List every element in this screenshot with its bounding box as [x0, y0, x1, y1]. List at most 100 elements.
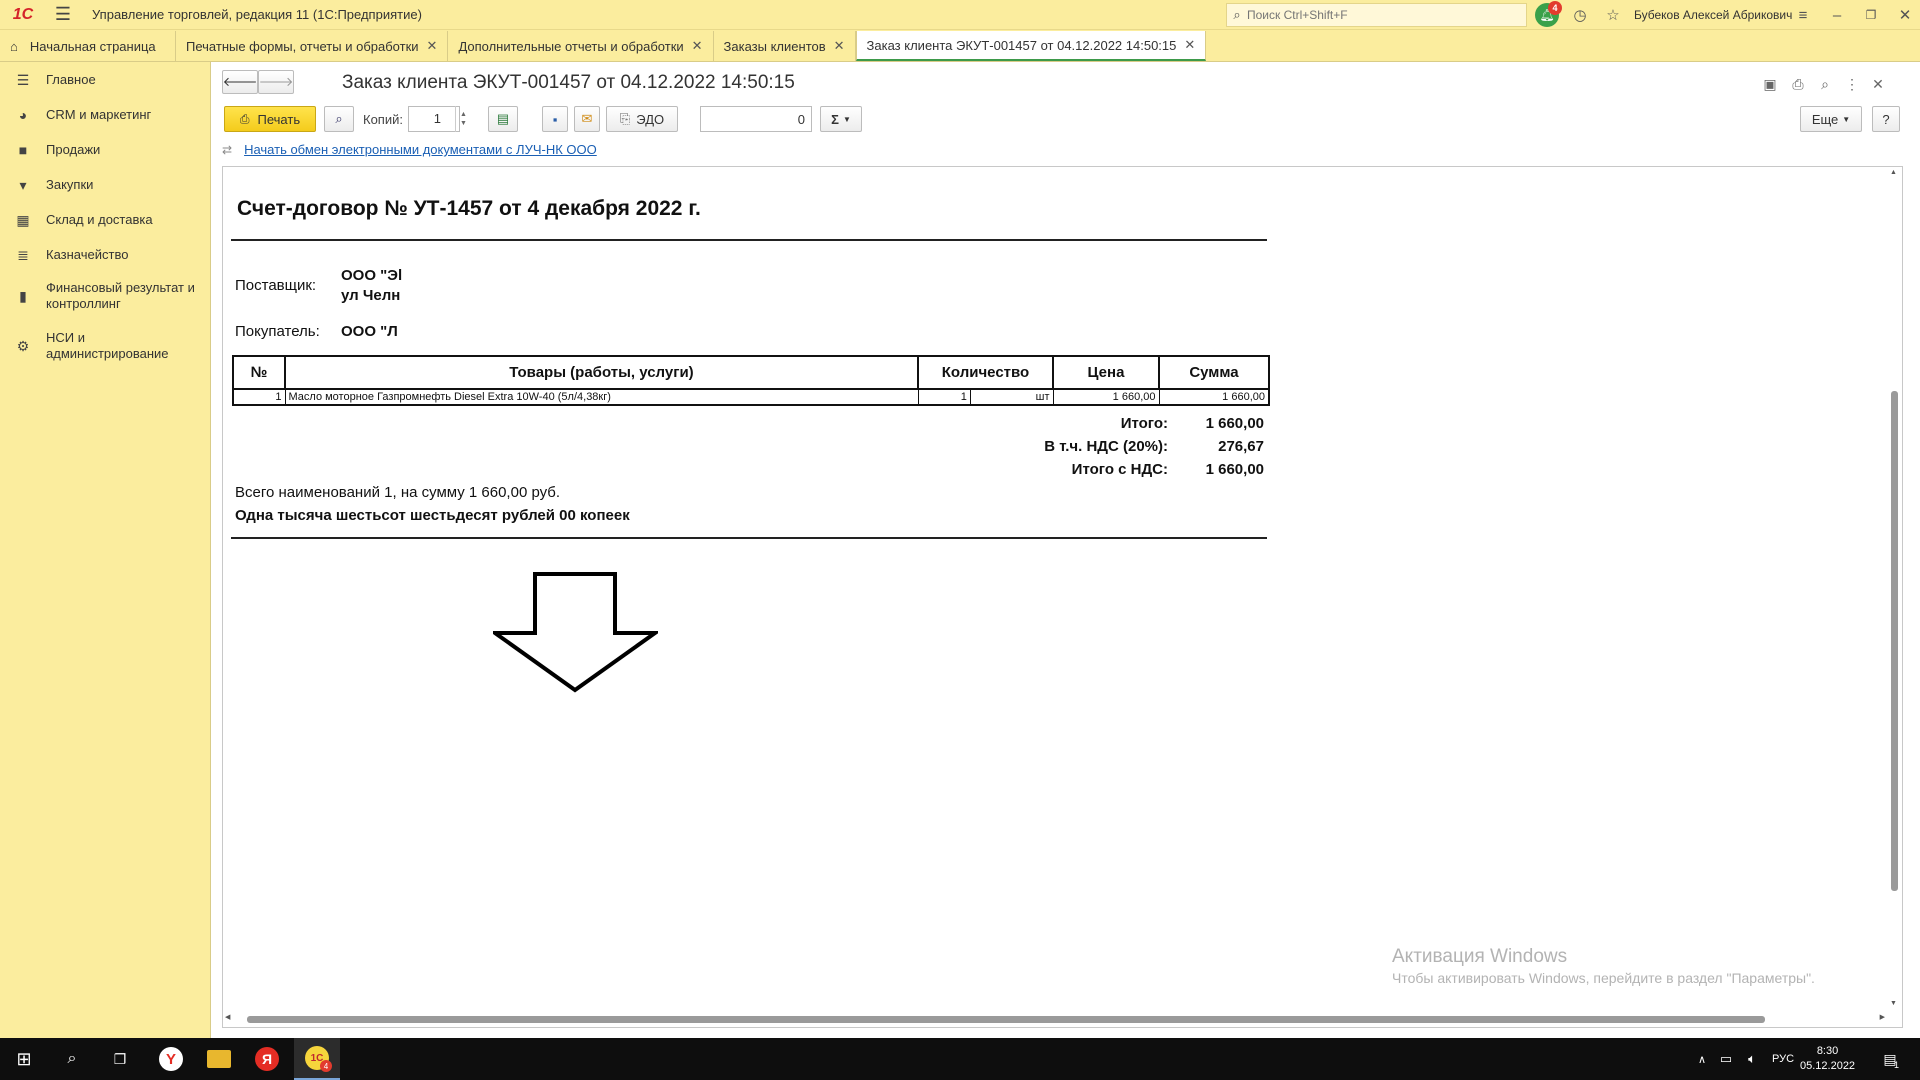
order-form: 🡐 🡒 Заказ клиента ЭКУТ-001457 от 04.12.2…: [212, 62, 1920, 1038]
col-header-sum: Сумма: [1158, 355, 1270, 390]
close-tab-icon[interactable]: ✕: [1184, 37, 1195, 53]
1c-logo: 1С: [12, 5, 34, 23]
close-form-icon[interactable]: ✕: [1868, 74, 1888, 94]
search-input[interactable]: [1247, 8, 1517, 22]
printed-document-frame[interactable]: Счет-договор № УТ-1457 от 4 декабря 2022…: [222, 166, 1903, 1028]
sum-mode-button[interactable]: Σ ▼: [820, 106, 862, 132]
network-icon[interactable]: ▭: [1714, 1038, 1738, 1080]
windows-activation-watermark: Активация Windows Чтобы активировать Win…: [1392, 946, 1815, 986]
minimize-icon[interactable]: –: [1826, 5, 1848, 25]
close-tab-icon[interactable]: ✕: [427, 38, 438, 54]
language-indicator[interactable]: РУС: [1766, 1038, 1800, 1080]
total-value: 1 660,00: [1205, 415, 1264, 432]
sidebar-item-finance[interactable]: ▮ Финансовый результат и контроллинг: [0, 274, 211, 318]
row-goods-name: Масло моторное Газпромнефть Diesel Extra…: [284, 388, 919, 406]
copies-field[interactable]: 1: [408, 106, 460, 132]
sidebar-item-main[interactable]: ☰ Главное: [0, 62, 211, 98]
scroll-thumb[interactable]: [247, 1016, 1765, 1023]
menu-lines-icon: ☰: [16, 71, 30, 88]
close-icon[interactable]: ✕: [1894, 5, 1916, 25]
vat-value: 276,67: [1218, 438, 1264, 455]
form-title: Заказ клиента ЭКУТ-001457 от 04.12.2022 …: [342, 72, 795, 93]
tab-label: Заказы клиентов: [723, 38, 826, 54]
sidebar-item-admin[interactable]: ⚙ НСИ и администрирование: [0, 324, 211, 368]
sidebar-item-purchases[interactable]: ▾ Закупки: [0, 168, 211, 202]
print-icon[interactable]: ⎙: [1788, 74, 1808, 94]
copies-stepper[interactable]: ▲ ▼: [455, 106, 471, 132]
settings-menu-icon[interactable]: ≡: [1792, 5, 1814, 25]
search-icon[interactable]: ⌕: [52, 1038, 92, 1080]
favorites-star-icon[interactable]: ☆: [1602, 5, 1624, 25]
amount-in-words: Одна тысяча шестьсот шестьдесят рублей 0…: [235, 507, 630, 524]
sum-field[interactable]: 0: [700, 106, 812, 132]
main-menu-icon[interactable]: ☰: [48, 0, 78, 30]
preview-icon[interactable]: ⌕: [1815, 74, 1835, 94]
col-header-quantity: Количество: [917, 355, 1054, 390]
down-arrow-icon: [493, 572, 658, 693]
scroll-down-icon[interactable]: ▼: [1890, 1000, 1897, 1007]
restore-icon[interactable]: ❐: [1860, 5, 1882, 25]
user-name[interactable]: Бубеков Алексей Абрикович: [1634, 8, 1792, 22]
global-search[interactable]: ⌕: [1226, 3, 1527, 27]
tab-print-forms[interactable]: Печатные формы, отчеты и обработки ✕: [176, 31, 449, 61]
action-center-icon[interactable]: ▤ 1: [1870, 1038, 1910, 1080]
total-label: Итого:: [1120, 415, 1168, 432]
tab-additional-reports[interactable]: Дополнительные отчеты и обработки ✕: [448, 31, 714, 61]
horizontal-scrollbar[interactable]: ◀ ▶: [225, 1013, 1885, 1025]
tab-label: Дополнительные отчеты и обработки: [458, 38, 684, 54]
1c-app-icon[interactable]: 1С 4: [294, 1038, 340, 1080]
sidebar-item-treasury[interactable]: ≣ Казначейство: [0, 238, 211, 272]
scroll-right-icon[interactable]: ▶: [1880, 1013, 1885, 1021]
total-with-vat-value: 1 660,00: [1205, 461, 1264, 478]
send-email-button[interactable]: ✉: [574, 106, 600, 132]
bar-chart-icon: ▮: [19, 287, 27, 304]
more-button[interactable]: Еще ▼: [1800, 106, 1862, 132]
tab-client-orders[interactable]: Заказы клиентов ✕: [714, 31, 856, 61]
print-button[interactable]: ⎙ Печать: [224, 106, 316, 132]
sidebar-item-crm[interactable]: ◕ CRM и маркетинг: [0, 98, 211, 132]
table-row: 1 Масло моторное Газпромнефть Diesel Ext…: [232, 388, 1270, 406]
envelope-icon: ✉: [581, 111, 593, 126]
vertical-scrollbar[interactable]: ▲ ▼: [1888, 169, 1900, 1007]
preview-button[interactable]: ⌕: [324, 106, 354, 132]
file-explorer-icon[interactable]: [198, 1038, 240, 1080]
sidebar-item-warehouse[interactable]: ▦ Склад и доставка: [0, 202, 211, 238]
close-tab-icon[interactable]: ✕: [692, 38, 703, 54]
cart-icon: ▾: [19, 176, 27, 193]
scroll-up-icon[interactable]: ▲: [1890, 169, 1897, 176]
task-view-icon[interactable]: ❐: [100, 1038, 140, 1080]
buyer-label: Покупатель:: [235, 323, 320, 340]
supplier-name: ООО "Эl: [341, 267, 403, 284]
edit-button[interactable]: ▤: [488, 106, 518, 132]
back-button[interactable]: 🡐: [222, 70, 258, 94]
save-to-file-button[interactable]: ▪: [542, 106, 568, 132]
col-header-number: №: [232, 355, 286, 390]
windows-start-icon[interactable]: ⊞: [4, 1038, 44, 1080]
sidebar-item-sales[interactable]: ■ Продажи: [0, 132, 211, 168]
close-tab-icon[interactable]: ✕: [834, 38, 845, 54]
tab-home[interactable]: ⌂ Начальная страница: [0, 31, 176, 61]
total-with-vat-label: Итого с НДС:: [1071, 461, 1168, 478]
edo-icon: ⎘: [619, 111, 631, 126]
forward-button[interactable]: 🡒: [258, 70, 294, 94]
history-icon[interactable]: ◷: [1569, 5, 1591, 25]
clock[interactable]: 8:30 05.12.2022: [1800, 1044, 1855, 1074]
edo-button[interactable]: ⎘ ЭДО: [606, 106, 678, 132]
yandex-browser-icon[interactable]: Y: [150, 1038, 192, 1080]
save-icon[interactable]: ▣: [1760, 74, 1780, 94]
scroll-thumb[interactable]: [1891, 391, 1898, 891]
volume-icon[interactable]: 🔈︎: [1740, 1038, 1764, 1080]
tab-client-order-active[interactable]: Заказ клиента ЭКУТ-001457 от 04.12.2022 …: [855, 31, 1207, 61]
more-vertical-icon[interactable]: ⋮: [1842, 74, 1862, 94]
edo-start-link[interactable]: Начать обмен электронными документами с …: [244, 142, 597, 157]
tray-expand-icon[interactable]: ∧: [1692, 1038, 1712, 1080]
help-button[interactable]: ?: [1872, 106, 1900, 132]
coins-icon: ≣: [17, 246, 29, 263]
yandex-icon[interactable]: Я: [246, 1038, 288, 1080]
grid-icon: ▦: [16, 211, 30, 228]
edit-document-icon: ▤: [496, 111, 510, 126]
goods-table: № Товары (работы, услуги) Количество Цен…: [232, 355, 1270, 406]
scroll-left-icon[interactable]: ◀: [225, 1013, 230, 1021]
row-number: 1: [232, 388, 286, 406]
home-icon: ⌂: [10, 38, 18, 54]
